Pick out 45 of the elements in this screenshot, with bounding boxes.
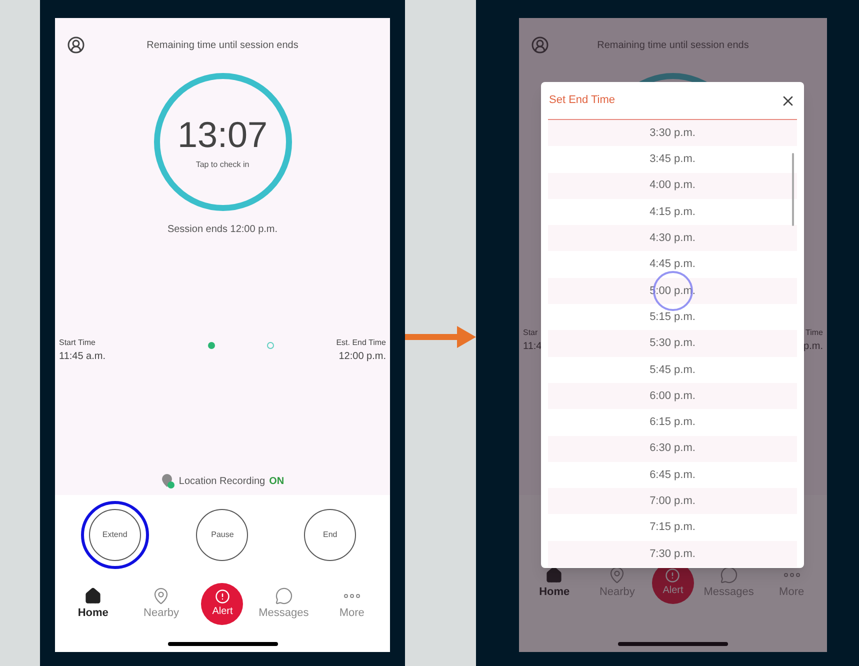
- action-button[interactable]: Extend: [88, 509, 141, 561]
- header-text: Remaining time until session ends: [146, 38, 300, 52]
- home-icon: [545, 566, 564, 584]
- more-icon: [784, 572, 800, 577]
- pin-icon: [608, 566, 626, 584]
- end-label: Time: [806, 327, 823, 339]
- chat-bubble-icon: [274, 586, 293, 605]
- check-in-hint: Tap to check in: [196, 159, 250, 171]
- alert-button[interactable]: Alert: [201, 583, 244, 625]
- nav-tab[interactable]: Nearby: [133, 586, 190, 622]
- time-option[interactable]: 3:30 p.m.: [548, 120, 797, 146]
- location-check-icon: [160, 473, 175, 489]
- action-button[interactable]: Pause: [196, 509, 248, 561]
- arrow-icon: [405, 325, 476, 349]
- time-option[interactable]: 7:30 p.m.: [548, 540, 797, 568]
- nav-tab[interactable]: Home: [65, 586, 122, 622]
- time-option[interactable]: 7:00 p.m.: [548, 488, 797, 514]
- profile-icon[interactable]: [67, 36, 85, 54]
- timer-ring[interactable]: [154, 73, 292, 211]
- nav-tab[interactable]: More: [324, 586, 380, 622]
- pin-icon: [152, 586, 170, 605]
- action-button[interactable]: End: [304, 509, 356, 561]
- countdown-text: 13:07: [177, 117, 268, 153]
- nav-tab[interactable]: Messages: [256, 586, 312, 622]
- alert-icon: [214, 589, 230, 604]
- chat-bubble-icon: [720, 566, 738, 584]
- time-option[interactable]: 6:30 p.m.: [548, 436, 797, 462]
- time-option[interactable]: 5:30 p.m.: [548, 330, 797, 357]
- home-icon: [84, 586, 102, 605]
- dialog-title: Set End Time: [549, 93, 616, 108]
- time-option[interactable]: 6:00 p.m.: [548, 382, 797, 410]
- end-time: p.m.: [804, 340, 823, 354]
- session-end-text: Session ends 12:00 p.m.: [167, 223, 278, 237]
- time-option[interactable]: 4:30 p.m.: [548, 225, 797, 252]
- start-label: Start Time: [59, 337, 96, 349]
- location-status: ON: [269, 474, 284, 488]
- time-option[interactable]: 4:00 p.m.: [548, 172, 797, 199]
- end-time: 12:00 p.m.: [338, 350, 386, 364]
- more-icon: [344, 594, 360, 598]
- start-time: 11:4: [523, 340, 542, 354]
- end-label: Est. End Time: [336, 337, 386, 349]
- header-text: Remaining time until session ends: [596, 38, 750, 52]
- start-time: 11:45 a.m.: [59, 350, 106, 364]
- start-label: Star: [523, 327, 539, 339]
- location-label: Location Recording: [178, 474, 266, 488]
